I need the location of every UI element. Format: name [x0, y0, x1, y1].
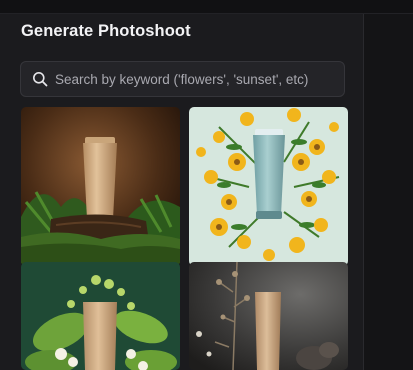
gallery-image-2[interactable] — [189, 107, 348, 266]
gallery-image-4[interactable] — [189, 262, 348, 370]
top-bar — [0, 0, 413, 14]
right-gutter — [364, 14, 413, 370]
photo-tube-with-green-leaves — [21, 262, 180, 370]
search-icon — [33, 72, 48, 87]
search-box[interactable] — [20, 61, 345, 97]
gallery-image-1[interactable] — [21, 107, 180, 266]
photo-tube-on-moss — [21, 107, 180, 266]
panel-title: Generate Photoshoot — [21, 22, 191, 40]
search-input[interactable] — [55, 64, 344, 94]
gallery-image-3[interactable] — [21, 262, 180, 370]
photo-tube-with-dried-stems — [189, 262, 348, 370]
photo-tube-with-yellow-flowers — [189, 107, 348, 266]
app-window: Generate Photoshoot — [0, 0, 413, 370]
